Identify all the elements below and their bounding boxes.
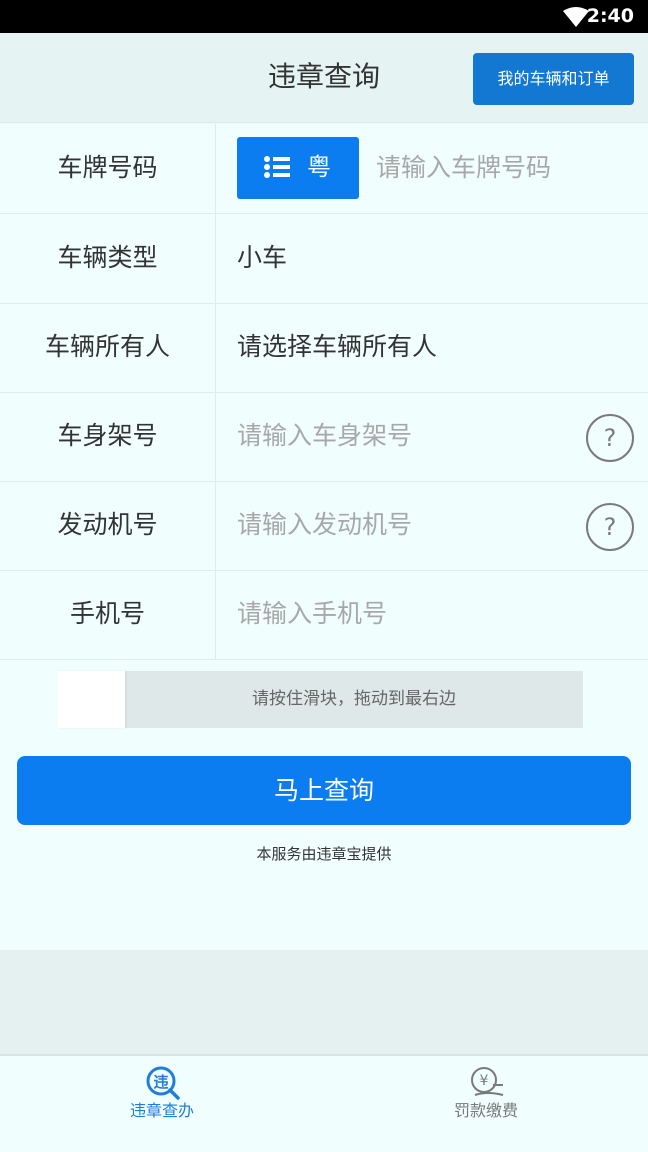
bottom-tab-bar: 违 违章查办 ¥ 罚款缴费 <box>0 1054 648 1152</box>
fine-payment-icon: ¥ <box>471 1067 504 1096</box>
svg-text:¥: ¥ <box>480 1073 489 1089</box>
owner-row[interactable]: 车辆所有人 请选择车辆所有人 <box>0 303 648 393</box>
plate-number-input[interactable]: 请输入车牌号码 <box>376 124 551 212</box>
plate-row: 车牌号码 粤 请输入车牌号码 <box>0 124 648 214</box>
phone-row: 手机号 请输入手机号 <box>0 570 648 660</box>
query-now-button[interactable]: 马上查询 <box>17 756 631 825</box>
status-bar: 2:40 <box>0 0 648 33</box>
list-icon <box>264 156 290 178</box>
vin-row: 车身架号 请输入车身架号 ? <box>0 392 648 482</box>
slider-handle[interactable] <box>58 671 125 728</box>
tab-label-fine: 罚款缴费 <box>453 1101 518 1120</box>
my-vehicles-orders-button[interactable]: 我的车辆和订单 <box>473 53 634 105</box>
slide-verification[interactable]: 请按住滑块，拖动到最右边 <box>58 671 583 728</box>
phone-label: 手机号 <box>0 570 216 659</box>
svg-text:违: 违 <box>153 1073 168 1091</box>
engine-input[interactable]: 请输入发动机号 <box>237 481 412 570</box>
tab-label-violation: 违章查办 <box>129 1101 194 1120</box>
tab-fine-payment[interactable]: ¥ 罚款缴费 <box>324 1056 648 1152</box>
province-select-button[interactable]: 粤 <box>237 137 359 199</box>
service-provider-note: 本服务由违章宝提供 <box>256 845 392 863</box>
engine-label: 发动机号 <box>0 481 216 570</box>
phone-input[interactable]: 请输入手机号 <box>237 570 387 659</box>
status-time: 2:40 <box>586 5 634 27</box>
province-value: 粤 <box>307 153 331 181</box>
engine-row: 发动机号 请输入发动机号 ? <box>0 481 648 571</box>
query-form: 车牌号码 粤 请输入车牌号码 车辆类型 小车 车辆所有人 请选择车辆所有人 车身… <box>0 124 648 660</box>
vehicle-type-row[interactable]: 车辆类型 小车 <box>0 214 648 304</box>
vehicle-type-value[interactable]: 小车 <box>237 214 287 303</box>
owner-select[interactable]: 请选择车辆所有人 <box>237 303 437 392</box>
slider-hint: 请按住滑块，拖动到最右边 <box>252 689 456 709</box>
plate-label: 车牌号码 <box>0 124 216 213</box>
empty-area <box>0 950 648 1054</box>
engine-help-icon[interactable]: ? <box>586 503 634 551</box>
wifi-icon <box>563 7 589 27</box>
app-header: 违章查询 我的车辆和订单 <box>0 33 648 123</box>
vin-help-icon[interactable]: ? <box>586 414 634 462</box>
violation-search-icon: 违 <box>146 1066 180 1100</box>
vin-input[interactable]: 请输入车身架号 <box>237 392 412 481</box>
owner-label: 车辆所有人 <box>0 303 216 392</box>
vehicle-type-label: 车辆类型 <box>0 214 216 303</box>
tab-violation-search[interactable]: 违 违章查办 <box>0 1056 324 1152</box>
vin-label: 车身架号 <box>0 392 216 481</box>
